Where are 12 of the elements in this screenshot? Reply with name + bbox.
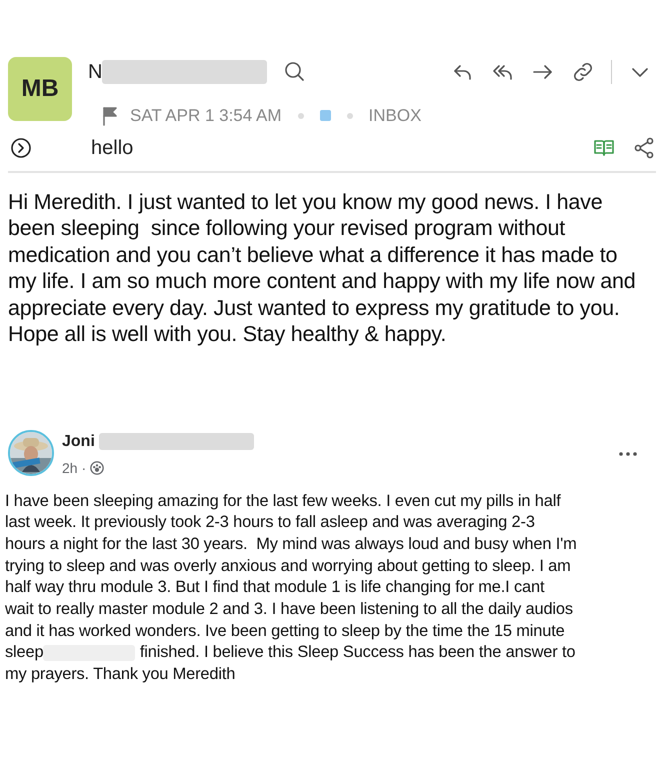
link-icon[interactable] — [571, 60, 595, 84]
email-body: Hi Meredith. I just wanted to let you know my good news. I have been sleeping since following your revised program without medication and you can’t believe what a difference it has made to my life. I am so much more content and happy with my life now and appreciate every day. Just wanted to express my gratitude to you. Hope all is well with you. Stay healthy & happy. — [7, 188, 637, 348]
post-time[interactable]: 2h · — [62, 458, 86, 478]
expand-icon[interactable] — [9, 136, 33, 160]
share-icon[interactable] — [632, 136, 656, 160]
subject-text: hello — [91, 136, 134, 160]
folder-label: INBOX — [368, 105, 422, 127]
author-name[interactable]: Joni — [62, 430, 95, 454]
sender-name: N — [88, 60, 102, 85]
date-text: SAT APR 1 3:54 AM — [130, 105, 282, 127]
avatar: MB — [8, 57, 72, 121]
post-body: I have been sleeping amazing for the last few weeks. I even cut my pills in half last week. It previously took 2-3 hours to fall asleep and was averaging 2-3 hours a night for the last 30 years. My mind was always loud and busy when I'm trying to sleep and was overly anxious and worrying about getting to sleep. I am half way thru module 3. But I find that module 1 is life changing for me.I cant wait to really master module 2 and 3. I have been listening to all the daily audios and it has worked wonders. Ive been getting to sleep by the time the 15 minute sleep finished. I believe this Sleep Success has been the answer to my prayers. Thank you Meredith — [4, 490, 578, 686]
